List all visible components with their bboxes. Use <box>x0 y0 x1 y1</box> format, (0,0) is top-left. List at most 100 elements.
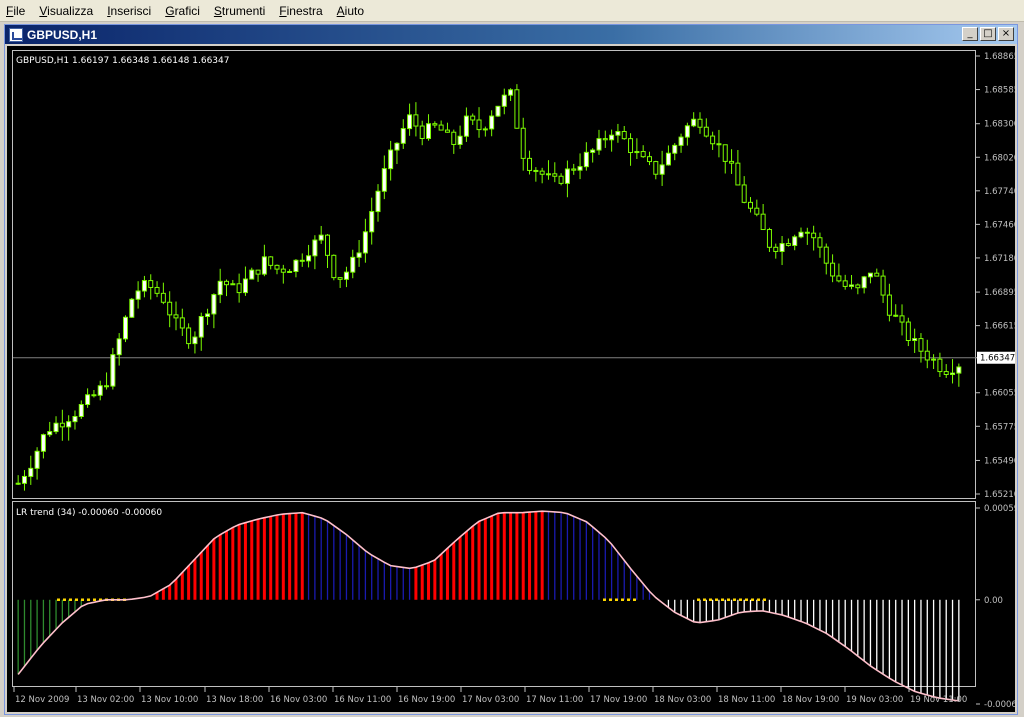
candle-body <box>741 184 747 203</box>
candle-body <box>293 259 299 272</box>
candle-body <box>628 138 634 154</box>
indicator-tick-label: -0.00067 <box>984 700 1015 710</box>
candle-body <box>432 123 438 126</box>
indicator-tick-label: 0.00059 <box>984 504 1015 514</box>
menu-strumenti[interactable]: Strumenti <box>208 0 273 22</box>
candle-body <box>849 284 855 287</box>
candle-body <box>577 166 583 171</box>
candle-body <box>867 272 873 278</box>
price-tick-label: 1.68865 <box>984 52 1015 62</box>
candle-body <box>678 136 684 146</box>
candle-body <box>937 358 943 373</box>
candle-body <box>280 268 286 273</box>
price-tick-label: 1.65490 <box>984 456 1015 466</box>
candle-body <box>956 366 962 374</box>
candle-body <box>15 482 21 485</box>
candle-body <box>571 168 577 171</box>
maximize-button[interactable]: □ <box>980 27 996 41</box>
time-tick-label: 19 Nov 03:00 <box>846 695 903 705</box>
candle-body <box>950 372 956 375</box>
candle-body <box>861 276 867 289</box>
price-tick-label: 1.66895 <box>984 288 1015 298</box>
menu-file[interactable]: File <box>0 0 33 22</box>
candle-body <box>596 138 602 151</box>
window-titlebar[interactable]: GBPUSD,H1 _ □ × <box>5 25 1017 44</box>
price-tick-label: 1.67460 <box>984 220 1015 230</box>
candle-body <box>122 316 128 340</box>
candle-body <box>785 243 791 246</box>
candle-body <box>28 467 34 477</box>
candle-body <box>804 231 810 234</box>
time-tick-label: 18 Nov 19:00 <box>782 695 839 705</box>
menu-finestra[interactable]: Finestra <box>273 0 330 22</box>
candle-body <box>811 232 817 239</box>
candle-body <box>426 123 432 139</box>
candle-body <box>621 131 627 140</box>
chart-svg[interactable]: 1.68865 1.68585 1.68300 1.68020 1.67740 1.674… <box>7 46 1022 712</box>
candle-body <box>388 149 394 170</box>
candle-body <box>312 239 318 257</box>
candle-body <box>943 371 949 375</box>
candle-body <box>179 317 185 329</box>
chart-area[interactable]: 1.68865 1.68585 1.68300 1.68020 1.67740 1.674… <box>7 46 1022 712</box>
candle-body <box>476 119 482 131</box>
candle-body <box>104 385 110 388</box>
candle-body <box>748 201 754 209</box>
candle-body <box>148 280 154 288</box>
candle-body <box>457 135 463 145</box>
candle-body <box>78 403 84 417</box>
candle-body <box>91 394 97 397</box>
candle-body <box>710 135 716 145</box>
candles <box>15 84 962 491</box>
candle-body <box>261 256 267 275</box>
menu-grafici[interactable]: Grafici <box>159 0 208 22</box>
chart-window[interactable]: GBPUSD,H1 _ □ × 1.688651.685851.683001.6… <box>4 24 1022 715</box>
candle-body <box>463 115 469 137</box>
candle-body <box>836 275 842 282</box>
candle-body <box>703 126 709 137</box>
indicator-tick-label: 0.00 <box>984 596 1003 606</box>
minimize-button[interactable]: _ <box>962 27 978 41</box>
price-tick-label: 1.66615 <box>984 322 1015 332</box>
candle-body <box>343 271 349 280</box>
price-tick-label: 1.66055 <box>984 389 1015 399</box>
candle-body <box>167 301 173 316</box>
menu-visualizza[interactable]: Visualizza <box>33 0 101 22</box>
candle-body <box>842 280 848 287</box>
candle-body <box>495 105 501 117</box>
candle-body <box>729 160 735 164</box>
candle-body <box>640 151 646 158</box>
candle-body <box>489 115 495 130</box>
candle-body <box>211 294 217 315</box>
candle-body <box>53 422 59 433</box>
time-tick-label: 18 Nov 11:00 <box>718 695 775 705</box>
candle-body <box>754 207 760 215</box>
time-tick-label: 18 Nov 03:00 <box>654 695 711 705</box>
candle-body <box>855 284 861 289</box>
candle-body <box>552 173 558 177</box>
candle-body <box>501 94 507 107</box>
candle-body <box>375 190 381 213</box>
menu-inserisci[interactable]: Inserisci <box>101 0 159 22</box>
window-title: GBPUSD,H1 <box>27 27 98 42</box>
candle-body <box>912 338 918 341</box>
candle-body <box>482 128 488 131</box>
candle-body <box>160 292 166 303</box>
menu-aiuto[interactable]: Aiuto <box>331 0 372 22</box>
time-axis: 12 Nov 2009 13 Nov 02:00 13 Nov 10:00 13 No… <box>13 687 967 705</box>
candle-body <box>665 152 671 166</box>
time-tick-label: 17 Nov 11:00 <box>526 695 583 705</box>
candle-body <box>646 156 652 163</box>
candle-body <box>874 272 880 277</box>
candle-body <box>236 283 242 294</box>
candle-body <box>205 313 211 317</box>
candle-body <box>533 169 539 172</box>
price-tick-label: 1.65210 <box>984 490 1015 500</box>
lr-trend-indicator: 0.00059 0.00 -0.00067 <box>17 504 1022 710</box>
close-button[interactable]: × <box>998 27 1014 41</box>
candle-body <box>653 161 659 175</box>
candle-body <box>735 162 741 186</box>
candle-body <box>287 270 293 273</box>
candle-body <box>268 256 274 266</box>
candle-body <box>924 350 930 361</box>
